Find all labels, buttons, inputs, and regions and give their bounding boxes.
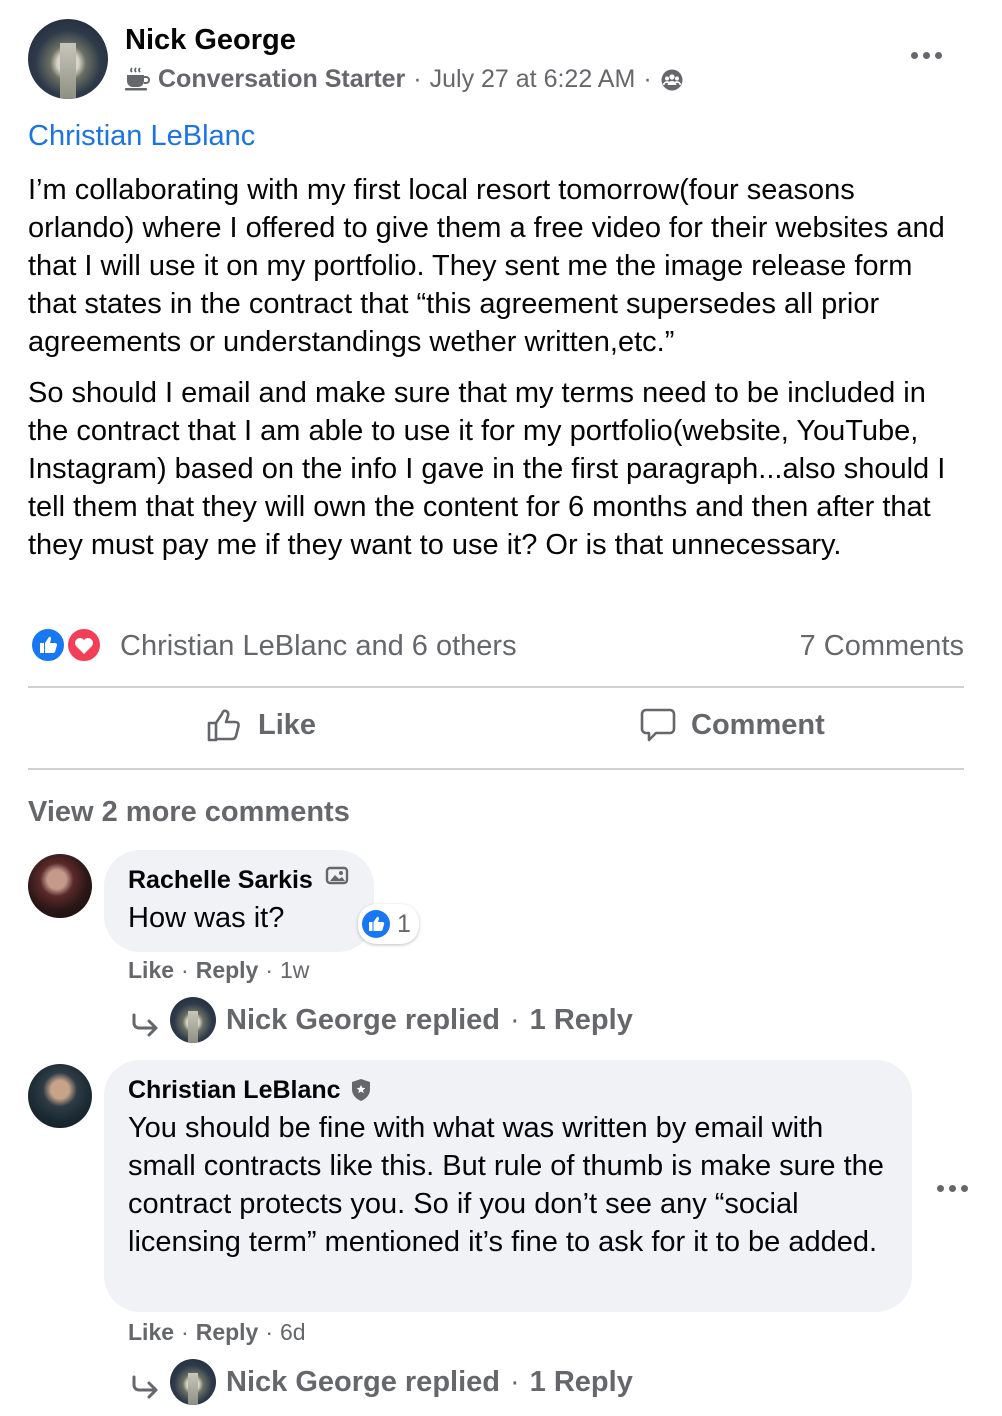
comment-author-name[interactable]: Rachelle Sarkis xyxy=(128,864,313,896)
comment-actions-separator: · xyxy=(181,1319,189,1345)
reaction-icons[interactable] xyxy=(30,625,106,665)
comment-author-name[interactable]: Christian LeBlanc xyxy=(128,1074,341,1106)
conversation-starter-badge: Conversation Starter xyxy=(158,65,406,93)
replies-link[interactable]: Nick George replied · 1 Reply xyxy=(130,1358,633,1406)
replies-link[interactable]: Nick George replied · 1 Reply xyxy=(130,996,633,1044)
replier-name: Nick George replied xyxy=(226,1004,500,1036)
comment-like-link[interactable]: Like xyxy=(128,1317,174,1347)
commenter-avatar[interactable] xyxy=(28,854,92,918)
reply-count: 1 Reply xyxy=(529,1366,633,1398)
reply-count: 1 Reply xyxy=(529,1004,633,1036)
comment-more-options-button[interactable] xyxy=(937,1185,968,1192)
comment-text: You should be fine with what was written… xyxy=(128,1112,884,1258)
like-label: Like xyxy=(258,708,317,741)
comment-actions-separator: · xyxy=(181,957,189,983)
comment-reply-link[interactable]: Reply xyxy=(196,1317,259,1347)
post-timestamp[interactable]: July 27 at 6:22 AM xyxy=(430,62,636,96)
post-author-name[interactable]: Nick George xyxy=(125,22,296,58)
comments-count[interactable]: 7 Comments xyxy=(800,628,964,664)
profile-frame-icon xyxy=(325,866,351,890)
coffee-cup-icon xyxy=(124,66,150,92)
like-reaction-icon xyxy=(361,909,391,939)
mentioned-user-link[interactable]: Christian LeBlanc xyxy=(28,117,255,155)
comment-label: Comment xyxy=(691,708,825,741)
thumbs-up-icon xyxy=(206,706,244,744)
view-more-comments-link[interactable]: View 2 more comments xyxy=(28,794,350,830)
reply-arrow-icon xyxy=(130,1368,160,1399)
comment-button[interactable]: Comment xyxy=(639,706,825,744)
comment-actions: Like · Reply · 1w xyxy=(128,955,309,985)
comment-bubble-icon xyxy=(639,706,677,744)
comment-reaction-chip[interactable]: 1 xyxy=(358,904,419,944)
commenter-avatar[interactable] xyxy=(28,1064,92,1128)
comment-actions-separator: · xyxy=(265,957,274,983)
admin-shield-icon xyxy=(349,1077,373,1103)
replier-avatar xyxy=(170,997,216,1043)
post-more-options-button[interactable] xyxy=(911,52,942,59)
reactions-summary[interactable]: Christian LeBlanc and 6 others xyxy=(120,628,517,664)
love-reaction-icon xyxy=(66,627,102,663)
comment-text: How was it? xyxy=(128,902,285,934)
post-paragraph: I’m collaborating with my first local re… xyxy=(28,174,945,358)
comment-actions: Like · Reply · 6d xyxy=(128,1317,306,1347)
group-audience-icon xyxy=(660,67,684,91)
meta-separator: · xyxy=(413,65,422,93)
comment-timestamp[interactable]: 1w xyxy=(280,955,309,985)
divider xyxy=(28,686,964,688)
post-meta: Conversation Starter · July 27 at 6:22 A… xyxy=(124,62,684,96)
meta-separator: · xyxy=(643,65,652,93)
comment-reaction-count: 1 xyxy=(397,909,411,938)
comment-actions-separator: · xyxy=(265,1319,274,1345)
comment-timestamp[interactable]: 6d xyxy=(280,1317,306,1347)
replier-avatar xyxy=(170,1359,216,1405)
reply-separator: · xyxy=(510,1004,520,1036)
post-paragraph: So should I email and make sure that my … xyxy=(28,377,946,561)
reply-separator: · xyxy=(510,1366,520,1398)
like-reaction-icon xyxy=(30,627,66,663)
comment-reply-link[interactable]: Reply xyxy=(196,955,259,985)
comment-like-link[interactable]: Like xyxy=(128,955,174,985)
replier-name: Nick George replied xyxy=(226,1366,500,1398)
comment-author-row: Christian LeBlanc xyxy=(128,1074,373,1106)
post-body: I’m collaborating with my first local re… xyxy=(28,171,968,564)
author-avatar[interactable] xyxy=(28,19,108,99)
reply-arrow-icon xyxy=(130,1006,160,1037)
divider xyxy=(28,768,964,770)
like-button[interactable]: Like xyxy=(206,706,316,744)
